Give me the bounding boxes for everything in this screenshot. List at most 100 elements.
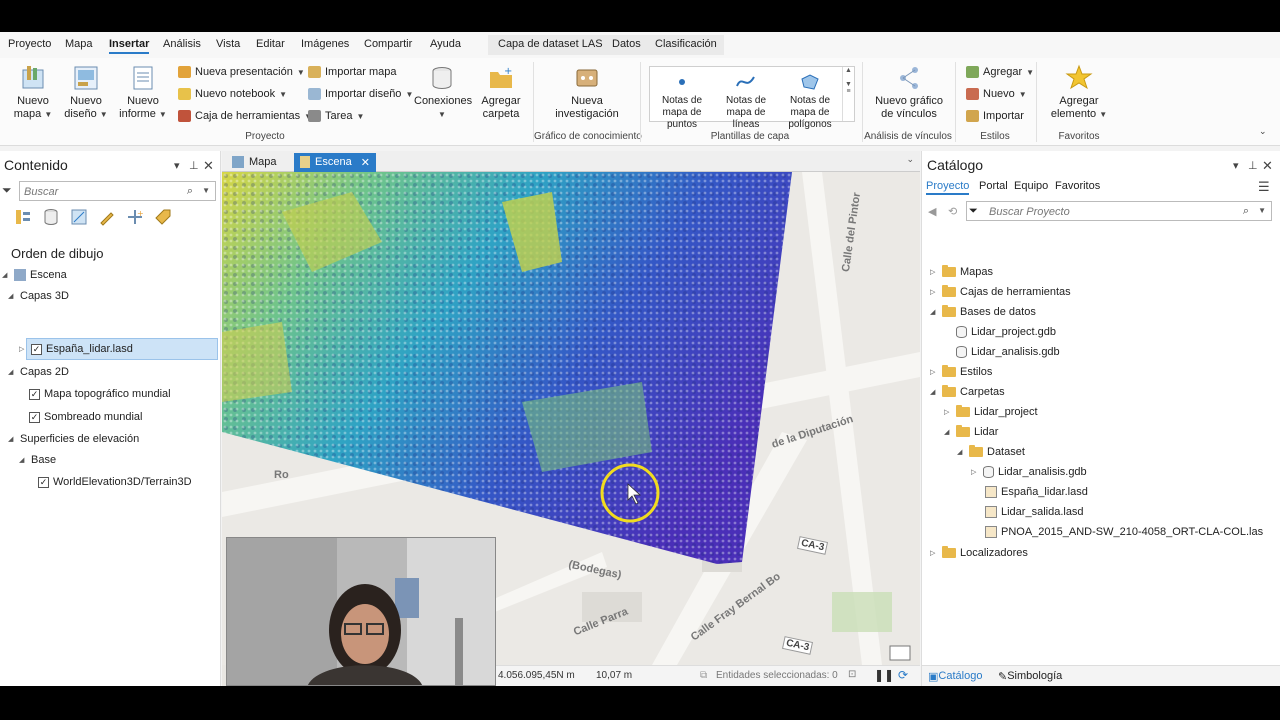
view-tab-mapa[interactable]: Mapa: [226, 153, 283, 172]
catalog-item-cajas[interactable]: ▷ Cajas de herramientas: [930, 285, 1071, 298]
expand-arrow-icon[interactable]: ▷: [930, 549, 938, 557]
tab-proyecto[interactable]: Proyecto: [8, 38, 51, 50]
catalog-item-gdb-analisis[interactable]: Lidar_analisis.gdb: [956, 346, 1060, 358]
polygon-notes-button[interactable]: Notas de mapa de polígonos: [778, 71, 842, 131]
expand-arrow-icon[interactable]: ▷: [944, 408, 952, 416]
pin-icon[interactable]: ⊥: [1248, 159, 1258, 172]
catalog-item-mapas[interactable]: ▷ Mapas: [930, 265, 993, 278]
collapse-arrow-icon[interactable]: ◢: [957, 448, 965, 456]
collapse-arrow-icon[interactable]: ◢: [930, 308, 938, 316]
gallery-scroll[interactable]: ▲ ▼ ≡: [842, 67, 854, 121]
line-notes-button[interactable]: Notas de mapa de líneas: [714, 71, 778, 131]
catalog-item-bases[interactable]: ◢ Bases de datos: [930, 305, 1036, 318]
catalog-tab-portal[interactable]: Portal: [979, 180, 1008, 192]
new-presentation-button[interactable]: Nueva presentación ▼: [178, 66, 305, 78]
tree-item-capas3d[interactable]: ◢ Capas 3D: [8, 290, 69, 302]
close-icon[interactable]: ✕: [1262, 158, 1273, 174]
pane-menu-icon[interactable]: ▾: [174, 159, 180, 172]
collapse-arrow-icon[interactable]: ◢: [8, 292, 16, 300]
catalog-item-lidar-project[interactable]: ▷ Lidar_project: [944, 405, 1038, 418]
snapping-icon[interactable]: +: [126, 208, 144, 226]
filter-icon[interactable]: ⏷: [2, 183, 12, 198]
draw-order-icon[interactable]: [14, 208, 32, 226]
tab-ayuda[interactable]: Ayuda: [430, 38, 461, 50]
refresh-icon[interactable]: ⊡: [848, 669, 856, 680]
add-style-button[interactable]: Agregar ▼: [966, 66, 1034, 78]
chevron-down-icon[interactable]: ▼: [202, 186, 210, 195]
task-button[interactable]: Tarea ▼: [308, 110, 364, 122]
refresh-icon[interactable]: ⟲: [948, 205, 957, 218]
pause-icon[interactable]: ❚❚: [874, 668, 894, 682]
pane-menu-icon[interactable]: ▾: [1233, 159, 1239, 172]
chevron-down-icon[interactable]: ▼: [1258, 206, 1266, 215]
collapse-arrow-icon[interactable]: ◢: [8, 435, 16, 443]
expand-arrow-icon[interactable]: ▷: [19, 345, 27, 353]
tab-editar[interactable]: Editar: [256, 38, 285, 50]
add-folder-button[interactable]: + Agregar carpeta: [478, 64, 524, 121]
close-icon[interactable]: ✕: [203, 158, 214, 174]
close-icon[interactable]: ✕: [361, 156, 370, 169]
chevron-down-icon[interactable]: ⌄: [906, 154, 914, 165]
tab-capa-dataset-las[interactable]: Capa de dataset LAS: [498, 38, 603, 50]
connections-button[interactable]: Conexiones ▼: [414, 64, 472, 121]
expand-arrow-icon[interactable]: ▷: [930, 368, 938, 376]
expand-arrow-icon[interactable]: ▷: [971, 468, 979, 476]
catalog-tab-favoritos[interactable]: Favoritos: [1055, 180, 1100, 192]
new-layout-button[interactable]: Nuevo diseño ▼: [64, 64, 108, 121]
tab-clasificacion[interactable]: Clasificación: [655, 38, 717, 50]
tree-item-base[interactable]: ◢ Base: [19, 454, 56, 466]
new-link-chart-button[interactable]: Nuevo gráfico de vínculos: [872, 64, 946, 121]
import-layout-button[interactable]: Importar diseño ▼: [308, 88, 413, 100]
symbology-bottom-tab[interactable]: ✎ Simbología: [998, 670, 1062, 683]
tree-item-sombreado[interactable]: ✓ Sombreado mundial: [29, 411, 142, 423]
tree-item-superficies[interactable]: ◢ Superficies de elevación: [8, 433, 139, 445]
catalog-item-gdb-project[interactable]: Lidar_project.gdb: [956, 326, 1056, 338]
add-item-button[interactable]: Agregar elemento ▼: [1046, 64, 1112, 121]
new-map-button[interactable]: Nuevo mapa ▼: [12, 64, 54, 121]
import-map-button[interactable]: Importar mapa: [308, 66, 397, 78]
catalog-item-estilos[interactable]: ▷ Estilos: [930, 365, 992, 378]
catalog-tab-equipo[interactable]: Equipo: [1014, 180, 1048, 192]
new-investigation-button[interactable]: Nueva investigación: [552, 64, 622, 121]
catalog-item-carpetas[interactable]: ◢ Carpetas: [930, 385, 1005, 398]
tab-mapa[interactable]: Mapa: [65, 38, 93, 50]
tab-datos[interactable]: Datos: [612, 38, 641, 50]
new-style-button[interactable]: Nuevo ▼: [966, 88, 1027, 100]
ribbon-collapse-icon[interactable]: ⌄: [1259, 126, 1267, 137]
catalog-item-lidar[interactable]: ◢ Lidar: [944, 425, 998, 438]
back-icon[interactable]: ◀: [928, 205, 936, 218]
collapse-arrow-icon[interactable]: ◢: [930, 388, 938, 396]
hamburger-menu-icon[interactable]: ☰: [1258, 179, 1270, 195]
catalog-item-pnoa-las[interactable]: PNOA_2015_AND-SW_210-4058_ORT-CLA-COL.la…: [985, 526, 1263, 538]
collapse-arrow-icon[interactable]: ◢: [944, 428, 952, 436]
tree-item-espana-lidar[interactable]: ▷ ✓ España_lidar.lasd: [19, 343, 133, 355]
contents-search-input[interactable]: Buscar ⌕ ▼: [19, 181, 216, 201]
tree-item-terrain[interactable]: ✓ WorldElevation3D/Terrain3D: [38, 476, 192, 488]
catalog-tab-proyecto[interactable]: Proyecto: [926, 180, 970, 195]
layer-checkbox[interactable]: ✓: [31, 343, 42, 355]
refresh-icon[interactable]: ⟳: [898, 668, 908, 682]
map-legend-icon[interactable]: [889, 645, 911, 661]
layer-checkbox[interactable]: ✓: [38, 476, 49, 488]
import-style-button[interactable]: Importar: [966, 110, 1024, 122]
tree-item-mapa-topografico[interactable]: ✓ Mapa topográfico mundial: [29, 388, 171, 400]
selection-icon[interactable]: [70, 208, 88, 226]
tab-insertar[interactable]: Insertar: [109, 38, 150, 54]
collapse-arrow-icon[interactable]: ◢: [19, 456, 27, 464]
catalog-bottom-tab[interactable]: ▣ Catálogo: [928, 670, 982, 683]
tree-item-capas2d[interactable]: ◢ Capas 2D: [8, 366, 69, 378]
tab-compartir[interactable]: Compartir: [364, 38, 412, 50]
data-source-icon[interactable]: [42, 208, 60, 226]
tab-analisis[interactable]: Análisis: [163, 38, 201, 50]
expand-arrow-icon[interactable]: ▷: [930, 268, 938, 276]
collapse-arrow-icon[interactable]: ◢: [2, 271, 10, 279]
toolbox-button[interactable]: Caja de herramientas▼: [178, 110, 312, 122]
view-tab-escena[interactable]: Escena ✕: [294, 153, 376, 172]
collapse-arrow-icon[interactable]: ◢: [8, 368, 16, 376]
catalog-item-salida-lasd[interactable]: Lidar_salida.lasd: [985, 506, 1084, 518]
tab-vista[interactable]: Vista: [216, 38, 240, 50]
tab-imagenes[interactable]: Imágenes: [301, 38, 349, 50]
catalog-item-localizadores[interactable]: ▷ Localizadores: [930, 546, 1028, 559]
point-notes-button[interactable]: Notas de mapa de puntos: [650, 71, 714, 131]
expand-arrow-icon[interactable]: ▷: [930, 288, 938, 296]
